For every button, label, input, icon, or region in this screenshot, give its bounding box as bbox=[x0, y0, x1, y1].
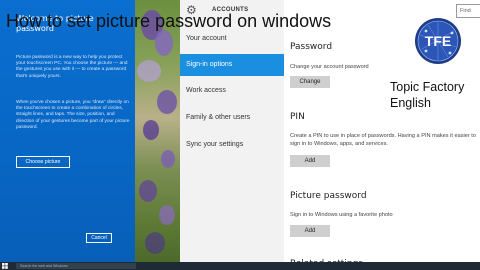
add-pin-button[interactable]: Add bbox=[290, 155, 330, 167]
nav-item-sync-settings[interactable]: Sync your settings bbox=[180, 134, 284, 156]
channel-name: Topic Factory English bbox=[390, 80, 465, 110]
add-picture-password-button[interactable]: Add bbox=[290, 225, 330, 237]
tfe-logo: TFE bbox=[415, 18, 461, 64]
change-password-button[interactable]: Change bbox=[290, 76, 330, 88]
choose-picture-button[interactable]: Choose picture bbox=[16, 156, 70, 168]
video-title: How to set picture password on windows bbox=[6, 11, 332, 31]
picture-password-panel: Welcome to picture password Picture pass… bbox=[0, 0, 135, 262]
picture-password-heading: Picture password bbox=[290, 191, 367, 201]
picture-password-description-2: When you've chosen a picture, you "draw"… bbox=[16, 100, 130, 130]
password-text: Change your account password bbox=[290, 64, 369, 70]
nav-item-family-other-users[interactable]: Family & other users bbox=[180, 107, 284, 129]
pin-text: Create a PIN to use in place of password… bbox=[290, 133, 476, 147]
pin-heading: PIN bbox=[290, 112, 305, 122]
picture-password-text: Sign in to Windows using a favorite phot… bbox=[290, 212, 393, 218]
taskbar-search-input[interactable]: Search the web and Windows bbox=[16, 263, 136, 269]
password-heading: Password bbox=[290, 42, 333, 52]
lavender-photo bbox=[135, 0, 183, 262]
nav-item-work-access[interactable]: Work access bbox=[180, 80, 284, 102]
taskbar: Search the web and Windows bbox=[0, 262, 480, 270]
search-input[interactable]: Find bbox=[456, 4, 480, 18]
logo-text: TFE bbox=[425, 33, 451, 49]
nav-item-your-account[interactable]: Your account bbox=[180, 28, 284, 50]
nav-item-sign-in-options[interactable]: Sign-in options bbox=[180, 54, 284, 76]
windows-start-icon[interactable] bbox=[2, 263, 8, 269]
picture-password-description: Picture password is a new way to help yo… bbox=[16, 55, 128, 79]
cancel-button[interactable]: Cancel bbox=[86, 233, 112, 243]
